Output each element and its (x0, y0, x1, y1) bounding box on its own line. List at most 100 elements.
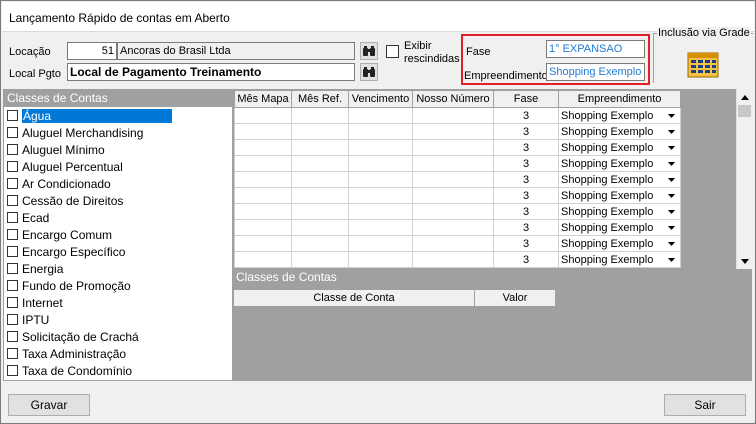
grid-row[interactable]: 3 Shopping Exemplo (234, 171, 681, 188)
classes-item-checkbox[interactable] (7, 365, 18, 376)
grid-cell[interactable] (234, 251, 292, 268)
classes-list-item[interactable]: Taxa Administração (4, 345, 232, 362)
grid-cell[interactable] (291, 235, 349, 252)
grid-cell[interactable] (291, 139, 349, 156)
classes-item-checkbox[interactable] (7, 331, 18, 342)
classes-item-checkbox[interactable] (7, 127, 18, 138)
grid-column-header[interactable]: Nosso Número (412, 90, 494, 108)
grid-cell-fase[interactable]: 3 (493, 251, 559, 268)
grid-cell[interactable] (348, 123, 413, 140)
fase-field[interactable]: 1° EXPANSAO (546, 40, 645, 58)
dropdown-arrow-icon[interactable] (664, 253, 678, 266)
grid-cell-empreendimento[interactable]: Shopping Exemplo (558, 187, 681, 204)
classes-item-checkbox[interactable] (7, 297, 18, 308)
grid-row[interactable]: 3 Shopping Exemplo (234, 251, 681, 268)
classes-list-item[interactable]: Aluguel Mínimo (4, 141, 232, 158)
grid-cell[interactable] (348, 139, 413, 156)
grid-cell[interactable] (291, 171, 349, 188)
grid-cell[interactable] (234, 219, 292, 236)
grid-cell[interactable] (234, 123, 292, 140)
classes-list-item[interactable]: IPTU (4, 311, 232, 328)
classes-list-item[interactable]: Ar Condicionado (4, 175, 232, 192)
grid-column-header[interactable]: Mês Ref. (291, 90, 349, 108)
classes-list-item[interactable]: Aluguel Merchandising (4, 124, 232, 141)
grid-row[interactable]: 3 Shopping Exemplo (234, 139, 681, 156)
classes-list-item[interactable]: Encargo Específico (4, 243, 232, 260)
locacao-code-field[interactable]: 51 (67, 42, 117, 60)
grid-cell-empreendimento[interactable]: Shopping Exemplo (558, 251, 681, 268)
grid-cell[interactable] (234, 171, 292, 188)
grid-cell[interactable] (348, 107, 413, 124)
grid-cell[interactable] (348, 251, 413, 268)
classes-item-checkbox[interactable] (7, 212, 18, 223)
dropdown-arrow-icon[interactable] (664, 205, 678, 218)
grid-column-header[interactable]: Mês Mapa (234, 90, 292, 108)
grid-row[interactable]: 3 Shopping Exemplo (234, 123, 681, 140)
classes-list-item[interactable]: Internet (4, 294, 232, 311)
grid-cell[interactable] (412, 139, 494, 156)
grid-cell[interactable] (291, 107, 349, 124)
empreendimento-dropdown[interactable]: Shopping Exemplo (561, 205, 678, 218)
grid-cell[interactable] (348, 235, 413, 252)
local-pgto-search-button[interactable] (360, 63, 378, 81)
grid-cell[interactable] (291, 219, 349, 236)
classes-item-checkbox[interactable] (7, 110, 18, 121)
grid-cell[interactable] (348, 155, 413, 172)
grid-cell[interactable] (234, 187, 292, 204)
empreendimento-dropdown[interactable]: Shopping Exemplo (561, 173, 678, 186)
grid-column-header[interactable]: Empreendimento (558, 90, 681, 108)
classes-list-item[interactable]: Aluguel Percentual (4, 158, 232, 175)
exibir-rescindidas-checkbox[interactable] (386, 45, 399, 58)
grid-cell-empreendimento[interactable]: Shopping Exemplo (558, 155, 681, 172)
empreendimento-dropdown[interactable]: Shopping Exemplo (561, 141, 678, 154)
grid-cell-empreendimento[interactable]: Shopping Exemplo (558, 171, 681, 188)
grid-cell-fase[interactable]: 3 (493, 235, 559, 252)
grid-cell-fase[interactable]: 3 (493, 107, 559, 124)
grid-cell-fase[interactable]: 3 (493, 219, 559, 236)
empreendimento-dropdown[interactable]: Shopping Exemplo (561, 189, 678, 202)
classes-item-checkbox[interactable] (7, 161, 18, 172)
classes-list-item[interactable]: Fundo de Promoção (4, 277, 232, 294)
sair-button[interactable]: Sair (664, 394, 746, 416)
grid-row[interactable]: 3 Shopping Exemplo (234, 187, 681, 204)
classes-item-checkbox[interactable] (7, 314, 18, 325)
empreendimento-field[interactable]: Shopping Exemplo (546, 63, 645, 81)
dropdown-arrow-icon[interactable] (664, 221, 678, 234)
scroll-up-arrow[interactable] (737, 89, 752, 105)
grid-column-header[interactable]: Vencimento (348, 90, 413, 108)
classes-list-item[interactable]: Solicitação de Crachá (4, 328, 232, 345)
classes-item-checkbox[interactable] (7, 246, 18, 257)
grid-cell[interactable] (412, 171, 494, 188)
grid-cell[interactable] (234, 139, 292, 156)
dropdown-arrow-icon[interactable] (664, 141, 678, 154)
classes-item-checkbox[interactable] (7, 178, 18, 189)
grid-cell-empreendimento[interactable]: Shopping Exemplo (558, 107, 681, 124)
dropdown-arrow-icon[interactable] (664, 157, 678, 170)
dropdown-arrow-icon[interactable] (664, 237, 678, 250)
grid-cell-fase[interactable]: 3 (493, 123, 559, 140)
empreendimento-dropdown[interactable]: Shopping Exemplo (561, 221, 678, 234)
grid-row[interactable]: 3 Shopping Exemplo (234, 203, 681, 220)
classes-list-item[interactable]: Água (4, 107, 232, 124)
grid-cell[interactable] (412, 251, 494, 268)
classes-list-item[interactable]: Ecad (4, 209, 232, 226)
grid-row[interactable]: 3 Shopping Exemplo (234, 219, 681, 236)
classes-item-checkbox[interactable] (7, 280, 18, 291)
classes-item-checkbox[interactable] (7, 144, 18, 155)
classes-list-item[interactable]: Energia (4, 260, 232, 277)
grid-cell-fase[interactable]: 3 (493, 203, 559, 220)
local-pgto-field[interactable]: Local de Pagamento Treinamento (67, 63, 355, 81)
gravar-button[interactable]: Gravar (8, 394, 90, 416)
grid-row[interactable]: 3 Shopping Exemplo (234, 155, 681, 172)
grid-cell[interactable] (291, 155, 349, 172)
grid-cell-empreendimento[interactable]: Shopping Exemplo (558, 123, 681, 140)
classes-values-column-header[interactable]: Classe de Conta (233, 289, 475, 307)
classes-item-checkbox[interactable] (7, 348, 18, 359)
locacao-search-button[interactable] (360, 42, 378, 60)
grid-cell[interactable] (291, 251, 349, 268)
empreendimento-dropdown[interactable]: Shopping Exemplo (561, 157, 678, 170)
grid-cell-fase[interactable]: 3 (493, 187, 559, 204)
empreendimento-dropdown[interactable]: Shopping Exemplo (561, 125, 678, 138)
grid-cell-fase[interactable]: 3 (493, 155, 559, 172)
grid-row[interactable]: 3 Shopping Exemplo (234, 107, 681, 124)
